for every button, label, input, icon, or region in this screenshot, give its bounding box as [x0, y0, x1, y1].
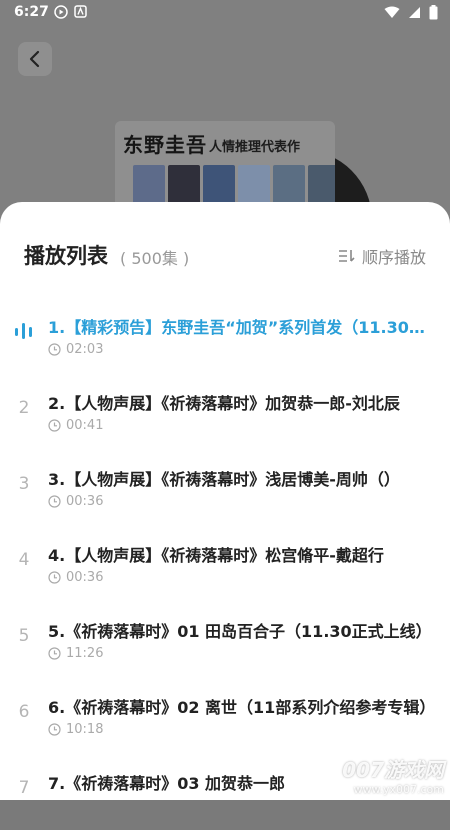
clock-icon [48, 647, 61, 660]
playlist-title: 播放列表 [24, 244, 108, 268]
media-play-icon [54, 5, 68, 19]
watermark-url: www.yx007.com [353, 783, 444, 796]
episode-title: 2.【人物声展】《祈祷落幕时》加贺恭一郎-刘北辰 [48, 394, 400, 413]
episode-title: 3.【人物声展】《祈祷落幕时》浅居博美-周帅（） [48, 470, 400, 489]
episode-title: 4.【人物声展】《祈祷落幕时》松宫脩平-戴超行 [48, 546, 384, 565]
playlist-sheet: 播放列表 ( 500集 ) 顺序播放 1.【精彩预告】东野圭吾“加贺”系列首发（… [0, 202, 450, 800]
episode-item[interactable]: 6 6.《祈祷落幕时》02 离世（11部系列介绍参考专辑） 10:18 [0, 678, 450, 754]
back-button[interactable] [18, 42, 52, 76]
episode-duration: 00:36 [66, 494, 104, 509]
chevron-left-icon [29, 50, 40, 68]
episode-index: 3 [18, 474, 30, 494]
clock-icon [48, 419, 61, 432]
episode-item[interactable]: 1.【精彩预告】东野圭吾“加贺”系列首发（11.30正式上线） 02:03 [0, 298, 450, 374]
episode-index: 7 [18, 778, 30, 798]
episode-item[interactable]: 3 3.【人物声展】《祈祷落幕时》浅居博美-周帅（） 00:36 [0, 450, 450, 526]
cover-subtitle: 人情推理代表作 [209, 140, 301, 155]
episode-index: 5 [18, 626, 30, 646]
battery-icon [429, 5, 438, 20]
episode-duration: 00:36 [66, 570, 104, 585]
episode-title: 1.【精彩预告】东野圭吾“加贺”系列首发（11.30正式上线） [48, 318, 436, 337]
wifi-icon [384, 6, 400, 18]
episode-count: ( 500集 ) [120, 249, 190, 268]
clock-icon [48, 343, 61, 356]
now-playing-icon [14, 322, 34, 344]
episode-item[interactable]: 5 5.《祈祷落幕时》01 田岛百合子（11.30正式上线） 11:26 [0, 602, 450, 678]
episode-index: 4 [18, 550, 30, 570]
episode-title: 6.《祈祷落幕时》02 离世（11部系列介绍参考专辑） [48, 698, 436, 717]
episode-duration: 00:41 [66, 418, 104, 433]
sequential-order-icon [338, 250, 355, 262]
status-bar: 6:27 [0, 0, 450, 26]
status-time: 6:27 [14, 4, 49, 20]
site-watermark: 007游戏网 www.yx007.com [342, 754, 444, 796]
episode-item[interactable]: 2 2.【人物声展】《祈祷落幕时》加贺恭一郎-刘北辰 00:41 [0, 374, 450, 450]
episode-duration: 10:18 [66, 722, 104, 737]
episode-index: 6 [18, 702, 30, 722]
app-notification-icon [74, 5, 87, 18]
episode-title: 5.《祈祷落幕时》01 田岛百合子（11.30正式上线） [48, 622, 432, 641]
clock-icon [48, 571, 61, 584]
episode-duration: 11:26 [66, 646, 104, 661]
clock-icon [48, 723, 61, 736]
signal-icon [409, 7, 420, 18]
play-order-label: 顺序播放 [361, 248, 426, 267]
cover-title: 东野圭吾 [123, 133, 207, 157]
episode-duration: 02:03 [66, 342, 104, 357]
episode-item[interactable]: 4 4.【人物声展】《祈祷落幕时》松宫脩平-戴超行 00:36 [0, 526, 450, 602]
clock-icon [48, 495, 61, 508]
watermark-logo: 007游戏网 [342, 758, 444, 782]
episode-list: 1.【精彩预告】东野圭吾“加贺”系列首发（11.30正式上线） 02:03 2 … [0, 298, 450, 830]
playlist-header: 播放列表 ( 500集 ) 顺序播放 [0, 202, 450, 282]
episode-index: 2 [18, 398, 30, 418]
play-order-button[interactable]: 顺序播放 [338, 244, 426, 268]
